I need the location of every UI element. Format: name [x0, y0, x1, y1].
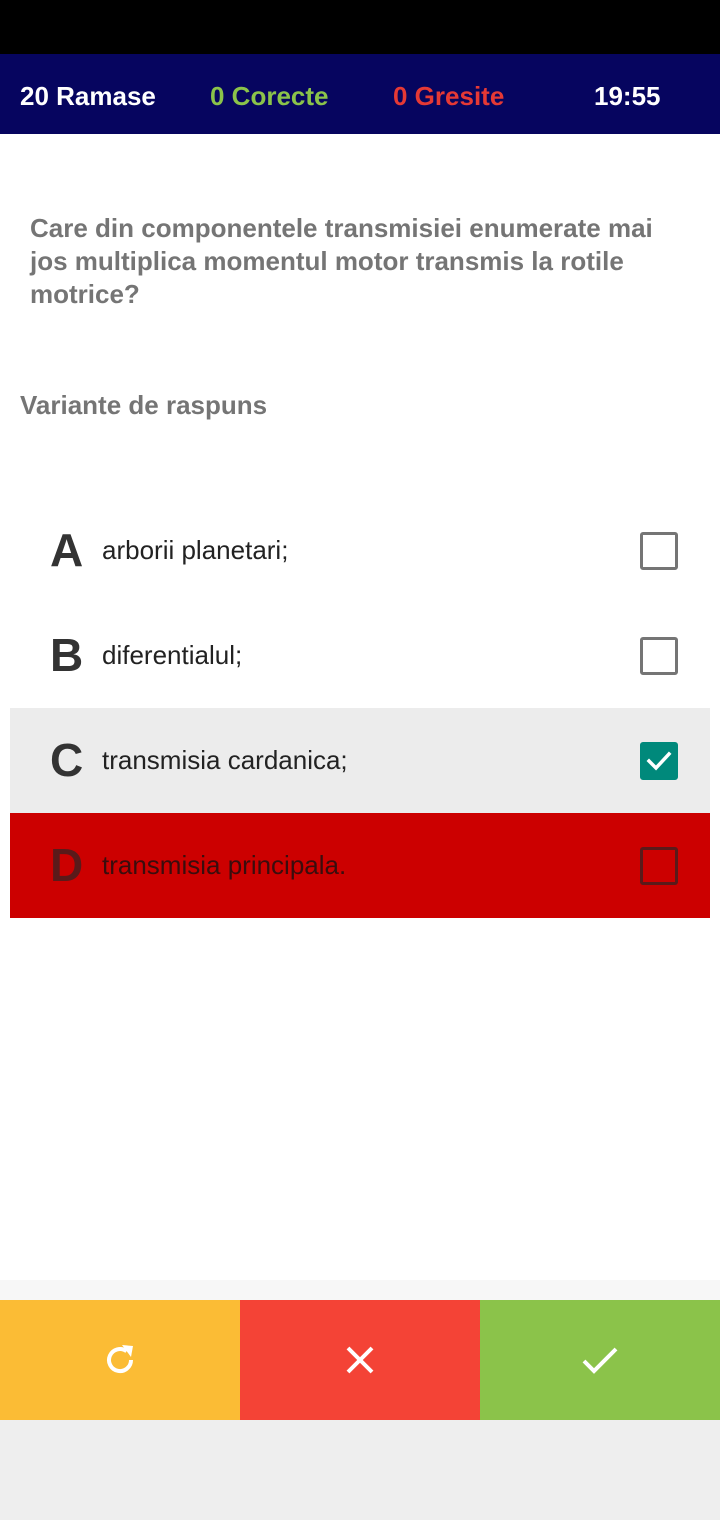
- option-checkbox[interactable]: [640, 847, 678, 885]
- option-letter: C: [50, 734, 84, 786]
- option-letter: A: [50, 524, 84, 576]
- option-text: diferentialul;: [102, 640, 243, 670]
- option-letter: B: [50, 629, 84, 681]
- checkmark-icon: [646, 751, 672, 771]
- answer-option-a[interactable]: A arborii planetari;: [10, 498, 710, 603]
- answers-heading: Variante de raspuns: [20, 390, 268, 420]
- system-status-bar: [0, 0, 720, 54]
- answer-option-c[interactable]: C transmisia cardanica;: [10, 708, 710, 813]
- option-text: arborii planetari;: [102, 535, 289, 565]
- option-text: transmisia cardanica;: [102, 745, 348, 775]
- wrong-count: 0 Gresite: [393, 81, 505, 111]
- option-checkbox[interactable]: [640, 637, 678, 675]
- close-icon: [346, 1346, 374, 1374]
- answer-option-b[interactable]: B diferentialul;: [10, 603, 710, 708]
- correct-count: 0 Corecte: [210, 81, 329, 111]
- question-text: Care din componentele transmisiei enumer…: [30, 213, 653, 309]
- refresh-icon: [107, 1345, 134, 1373]
- answer-option-d[interactable]: D transmisia principala.: [10, 813, 710, 918]
- confirm-button[interactable]: [480, 1300, 720, 1420]
- navigation-area: [0, 1420, 720, 1520]
- check-icon: [582, 1347, 618, 1374]
- option-letter: D: [50, 839, 84, 891]
- bottom-divider: [0, 1280, 720, 1300]
- remaining-count: 20 Ramase: [20, 81, 156, 111]
- option-checkbox[interactable]: [640, 532, 678, 570]
- reset-button[interactable]: [0, 1300, 240, 1420]
- quiz-stats-bar: 20 Ramase 0 Corecte 0 Gresite 19:55: [0, 54, 720, 134]
- timer: 19:55: [594, 81, 661, 111]
- option-text: transmisia principala.: [102, 850, 347, 880]
- option-checkbox[interactable]: [640, 742, 678, 780]
- cancel-button[interactable]: [240, 1300, 480, 1420]
